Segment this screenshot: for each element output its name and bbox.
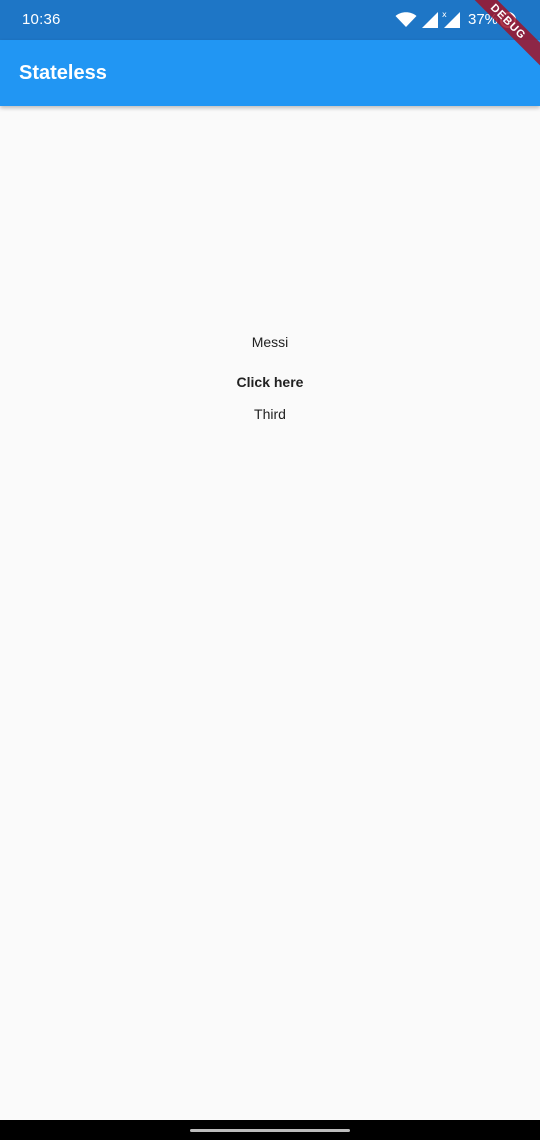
signal-icon (422, 12, 438, 28)
home-indicator[interactable] (190, 1129, 350, 1132)
messi-text: Messi (251, 334, 289, 350)
main-content: Messi Click here Third (0, 106, 540, 1120)
app-screen: 10:36 x 37% DEBUG Stateless Messi Click … (0, 0, 540, 1140)
page-title: Stateless (19, 62, 107, 84)
click-here-button[interactable]: Click here (229, 364, 312, 400)
app-bar: Stateless (0, 40, 540, 106)
svg-text:x: x (442, 10, 447, 19)
navigation-bar (0, 1120, 540, 1140)
center-column: Messi Click here Third (0, 328, 540, 436)
status-bar: 10:36 x 37% (0, 0, 540, 40)
wifi-icon (395, 12, 417, 27)
third-text: Third (254, 406, 286, 422)
status-time: 10:36 (22, 11, 61, 28)
signal-no-data-icon: x (442, 10, 460, 28)
